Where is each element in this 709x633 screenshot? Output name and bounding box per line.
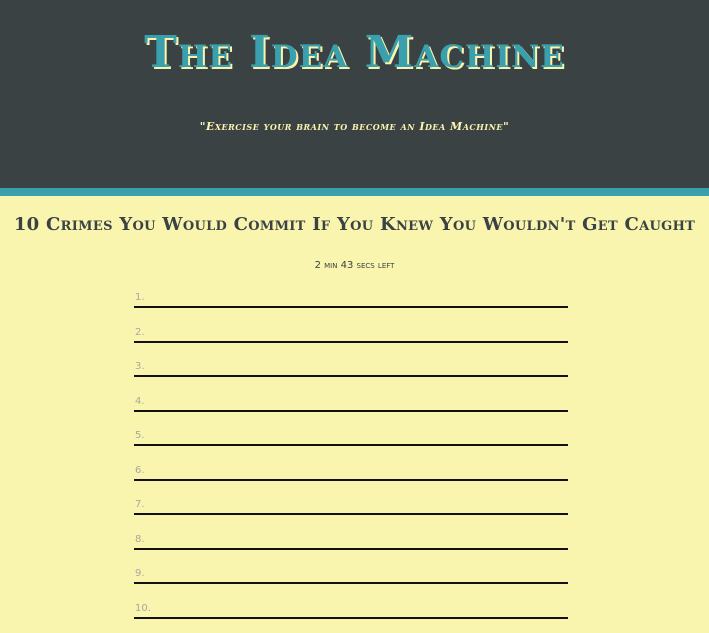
idea-row: 5. <box>134 426 568 461</box>
idea-input-8[interactable] <box>134 530 568 550</box>
idea-input-4[interactable] <box>134 392 568 412</box>
idea-input-1[interactable] <box>134 288 568 308</box>
idea-row: 9. <box>134 564 568 599</box>
idea-row: 6. <box>134 461 568 496</box>
idea-row: 1. <box>134 288 568 323</box>
idea-row: 7. <box>134 495 568 530</box>
site-tagline: "Exercise your brain to become an Idea M… <box>0 120 709 133</box>
idea-list: 1. 2. 3. 4. 5. 6. 7. 8. 9. 10. <box>134 288 568 633</box>
prompt-title: 10 Crimes You Would Commit If You Knew Y… <box>0 214 709 235</box>
header-divider <box>0 188 709 196</box>
idea-row: 10. <box>134 599 568 633</box>
idea-row: 8. <box>134 530 568 565</box>
idea-input-9[interactable] <box>134 564 568 584</box>
idea-row: 2. <box>134 323 568 358</box>
countdown-timer: 2 min 43 secs left <box>0 260 709 271</box>
site-header: The Idea Machine "Exercise your brain to… <box>0 0 709 188</box>
idea-row: 3. <box>134 357 568 392</box>
site-title: The Idea Machine <box>0 26 709 80</box>
idea-input-6[interactable] <box>134 461 568 481</box>
idea-input-2[interactable] <box>134 323 568 343</box>
idea-input-5[interactable] <box>134 426 568 446</box>
idea-input-10[interactable] <box>134 599 568 619</box>
idea-input-7[interactable] <box>134 495 568 515</box>
idea-row: 4. <box>134 392 568 427</box>
idea-input-3[interactable] <box>134 357 568 377</box>
